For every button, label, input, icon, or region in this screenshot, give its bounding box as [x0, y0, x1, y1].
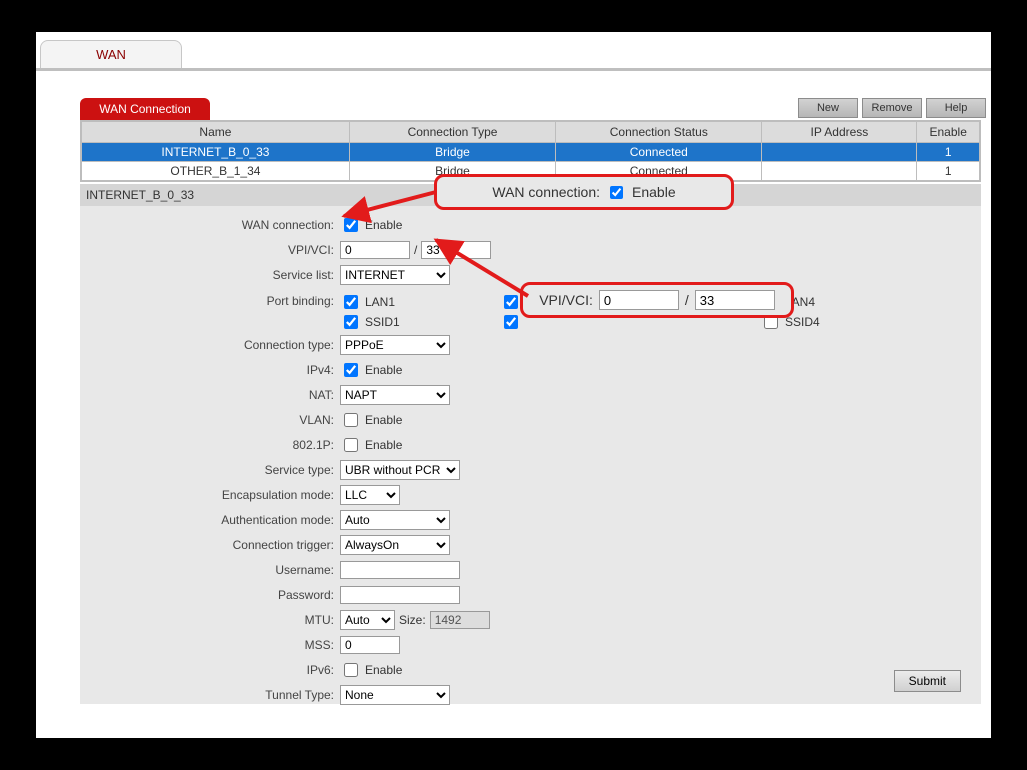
lbl-encap: Encapsulation mode:: [80, 488, 340, 502]
mtu-size-label: Size:: [399, 613, 426, 627]
port-lan1-label: LAN1: [365, 295, 395, 309]
th-name: Name: [82, 122, 350, 143]
lbl-connection-type: Connection type:: [80, 338, 340, 352]
callout-vpi-input: [599, 290, 679, 310]
tab-wan[interactable]: WAN: [40, 40, 182, 69]
ipv6-checkbox[interactable]: [344, 663, 358, 677]
username-input[interactable]: [340, 561, 460, 579]
lbl-vlan: VLAN:: [80, 413, 340, 427]
cell-type: Bridge: [349, 143, 555, 162]
mtu-mode-select[interactable]: Auto: [340, 610, 395, 630]
lbl-ipv6: IPv6:: [80, 663, 340, 677]
p8021-text: Enable: [365, 438, 402, 452]
ipv4-checkbox[interactable]: [344, 363, 358, 377]
callout-wan-checkbox: [610, 186, 623, 199]
callout-vpi-vci: VPI/VCI: /: [520, 282, 794, 318]
service-list-select[interactable]: INTERNET: [340, 265, 450, 285]
password-input[interactable]: [340, 586, 460, 604]
lbl-nat: NAT:: [80, 388, 340, 402]
cell-enable: 1: [917, 143, 980, 162]
remove-button[interactable]: Remove: [862, 98, 922, 118]
new-button[interactable]: New: [798, 98, 858, 118]
form-area: WAN connection: Enable VPI/VCI: / Servic…: [80, 206, 981, 704]
p8021-checkbox[interactable]: [344, 438, 358, 452]
callout-vpivci-label: VPI/VCI:: [539, 292, 593, 308]
th-enable: Enable: [917, 122, 980, 143]
wan-connection-checkbox[interactable]: [344, 218, 358, 232]
callout-wan-text: Enable: [632, 184, 676, 200]
th-type: Connection Type: [349, 122, 555, 143]
tunnel-select[interactable]: None: [340, 685, 450, 705]
cell-ip: [762, 162, 917, 181]
help-button[interactable]: Help: [926, 98, 986, 118]
mss-input[interactable]: [340, 636, 400, 654]
th-status: Connection Status: [556, 122, 762, 143]
section-tab-wan-connection: WAN Connection: [80, 98, 210, 120]
lbl-wan-connection: WAN connection:: [80, 218, 340, 232]
lbl-auth: Authentication mode:: [80, 513, 340, 527]
cell-name: OTHER_B_1_34: [82, 162, 350, 181]
lbl-service-type: Service type:: [80, 463, 340, 477]
encap-select[interactable]: LLC: [340, 485, 400, 505]
callout-vci-input: [695, 290, 775, 310]
vpi-vci-sep: /: [414, 243, 417, 257]
lbl-vpi-vci: VPI/VCI:: [80, 243, 340, 257]
vlan-text: Enable: [365, 413, 402, 427]
cell-name: INTERNET_B_0_33: [82, 143, 350, 162]
vci-input[interactable]: [421, 241, 491, 259]
auth-select[interactable]: Auto: [340, 510, 450, 530]
port-col2-row2-checkbox[interactable]: [504, 315, 518, 329]
ipv4-text: Enable: [365, 363, 402, 377]
trigger-select[interactable]: AlwaysOn: [340, 535, 450, 555]
cell-enable: 1: [917, 162, 980, 181]
nat-select[interactable]: NAPT: [340, 385, 450, 405]
vpi-input[interactable]: [340, 241, 410, 259]
table-row[interactable]: INTERNET_B_0_33 Bridge Connected 1: [82, 143, 980, 162]
callout-wan-label: WAN connection:: [492, 184, 600, 200]
lbl-trigger: Connection trigger:: [80, 538, 340, 552]
connection-table: Name Connection Type Connection Status I…: [80, 120, 981, 182]
lbl-mss: MSS:: [80, 638, 340, 652]
wan-connection-text: Enable: [365, 218, 402, 232]
lbl-username: Username:: [80, 563, 340, 577]
lbl-password: Password:: [80, 588, 340, 602]
th-ip: IP Address: [762, 122, 917, 143]
lbl-tunnel: Tunnel Type:: [80, 688, 340, 702]
port-lan1-checkbox[interactable]: [344, 295, 358, 309]
lbl-service-list: Service list:: [80, 268, 340, 282]
ipv6-text: Enable: [365, 663, 402, 677]
port-ssid1-checkbox[interactable]: [344, 315, 358, 329]
service-type-select[interactable]: UBR without PCR: [340, 460, 460, 480]
divider: [36, 68, 991, 71]
cell-ip: [762, 143, 917, 162]
mtu-size-input: [430, 611, 490, 629]
submit-button[interactable]: Submit: [894, 670, 961, 692]
cell-status: Connected: [556, 143, 762, 162]
vlan-checkbox[interactable]: [344, 413, 358, 427]
port-ssid4-label: SSID4: [785, 315, 820, 329]
lbl-8021p: 802.1P:: [80, 438, 340, 452]
lbl-ipv4: IPv4:: [80, 363, 340, 377]
lbl-port-binding: Port binding:: [80, 288, 340, 308]
port-col2-row1-checkbox[interactable]: [504, 295, 518, 309]
port-ssid1-label: SSID1: [365, 315, 400, 329]
connection-type-select[interactable]: PPPoE: [340, 335, 450, 355]
callout-wan-connection: WAN connection: Enable: [434, 174, 734, 210]
callout-vpivci-sep: /: [685, 292, 689, 308]
lbl-mtu: MTU:: [80, 613, 340, 627]
